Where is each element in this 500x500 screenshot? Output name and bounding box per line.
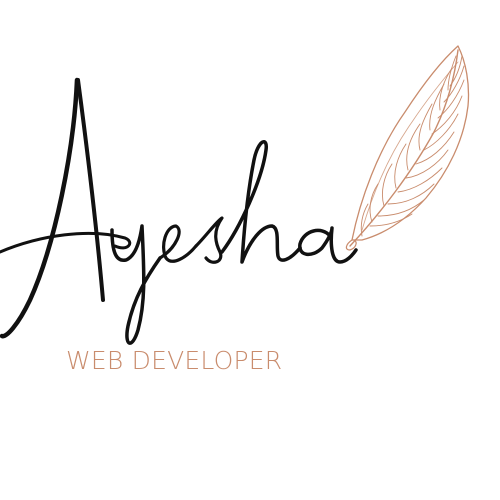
feather-quill-icon [345, 45, 470, 251]
logo: Ayesha [0, 0, 500, 500]
tagline: WEB DEVELOPER [66, 346, 283, 375]
